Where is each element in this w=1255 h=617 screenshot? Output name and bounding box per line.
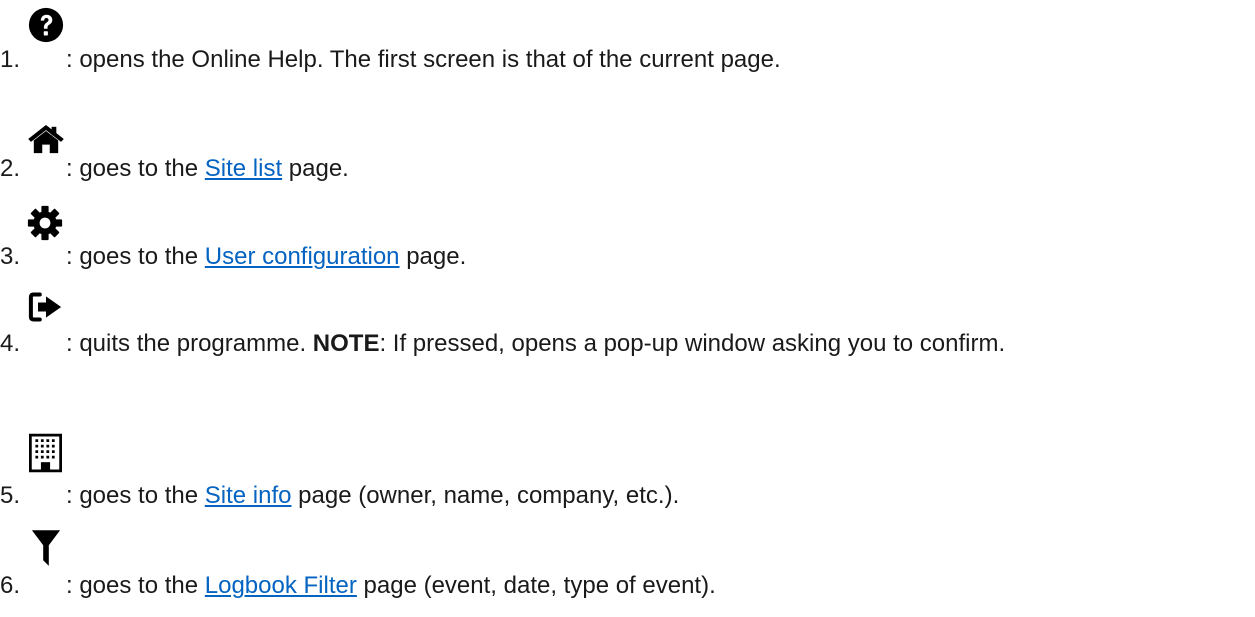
list-item-quit: 4. : quits the programme. NOTE: If press… (0, 284, 1250, 404)
building-icon (29, 433, 62, 473)
item-text-before: : goes to the (66, 155, 205, 182)
item-number: 5. (0, 482, 21, 509)
note-label: NOTE (312, 330, 380, 357)
list-item-site-info: 5. : goes to the Site info page (owner, … (0, 426, 1250, 509)
gear-icon (27, 205, 63, 241)
item-text: : opens the Online Help. The first scree… (66, 46, 781, 73)
item-description: : goes to the User configuration page. (66, 243, 466, 271)
item-text-before: : goes to the (66, 572, 205, 599)
user-configuration-link[interactable]: User configuration (205, 243, 400, 270)
item-description: : quits the programme. NOTE: If pressed,… (66, 322, 1216, 365)
list-item-home: 2. : goes to the Site list page. (0, 110, 1250, 183)
item-number: 6. (0, 572, 21, 599)
item-number: 3. (0, 243, 21, 270)
item-text-after: page (event, date, type of event). (356, 572, 716, 599)
list-item-logbook-filter: 6. : goes to the Logbook Filter page (ev… (0, 519, 1250, 599)
logbook-filter-link[interactable]: Logbook Filter (205, 572, 357, 599)
item-text-before: : goes to the (66, 482, 205, 509)
item-description: : goes to the Site info page (owner, nam… (66, 482, 679, 510)
list-item-user-configuration: 3. : goes to the User configuration page… (0, 197, 1250, 270)
item-description: : goes to the Logbook Filter page (event… (66, 572, 716, 600)
item-number: 1. (0, 46, 21, 73)
site-list-link[interactable]: Site list (205, 155, 282, 182)
item-text-before: : quits the programme. (66, 330, 313, 357)
home-icon (28, 124, 64, 154)
site-info-link[interactable]: Site info (205, 482, 292, 509)
sign-out-icon (28, 292, 62, 322)
item-text-after: page. (282, 155, 349, 182)
item-text-after: : If pressed, opens a pop-up window aski… (379, 330, 1006, 357)
item-number: 4. (0, 330, 21, 357)
item-description: : opens the Online Help. The first scree… (66, 46, 781, 74)
item-description: : goes to the Site list page. (66, 155, 349, 183)
question-circle-icon (28, 7, 64, 43)
filter-icon (31, 530, 61, 566)
item-number: 2. (0, 155, 21, 182)
item-text-after: page (owner, name, company, etc.). (291, 482, 680, 509)
item-text-after: page. (399, 243, 467, 270)
item-text-before: : goes to the (66, 243, 205, 270)
list-item-online-help: 1. : opens the Online Help. The first sc… (0, 0, 1250, 73)
